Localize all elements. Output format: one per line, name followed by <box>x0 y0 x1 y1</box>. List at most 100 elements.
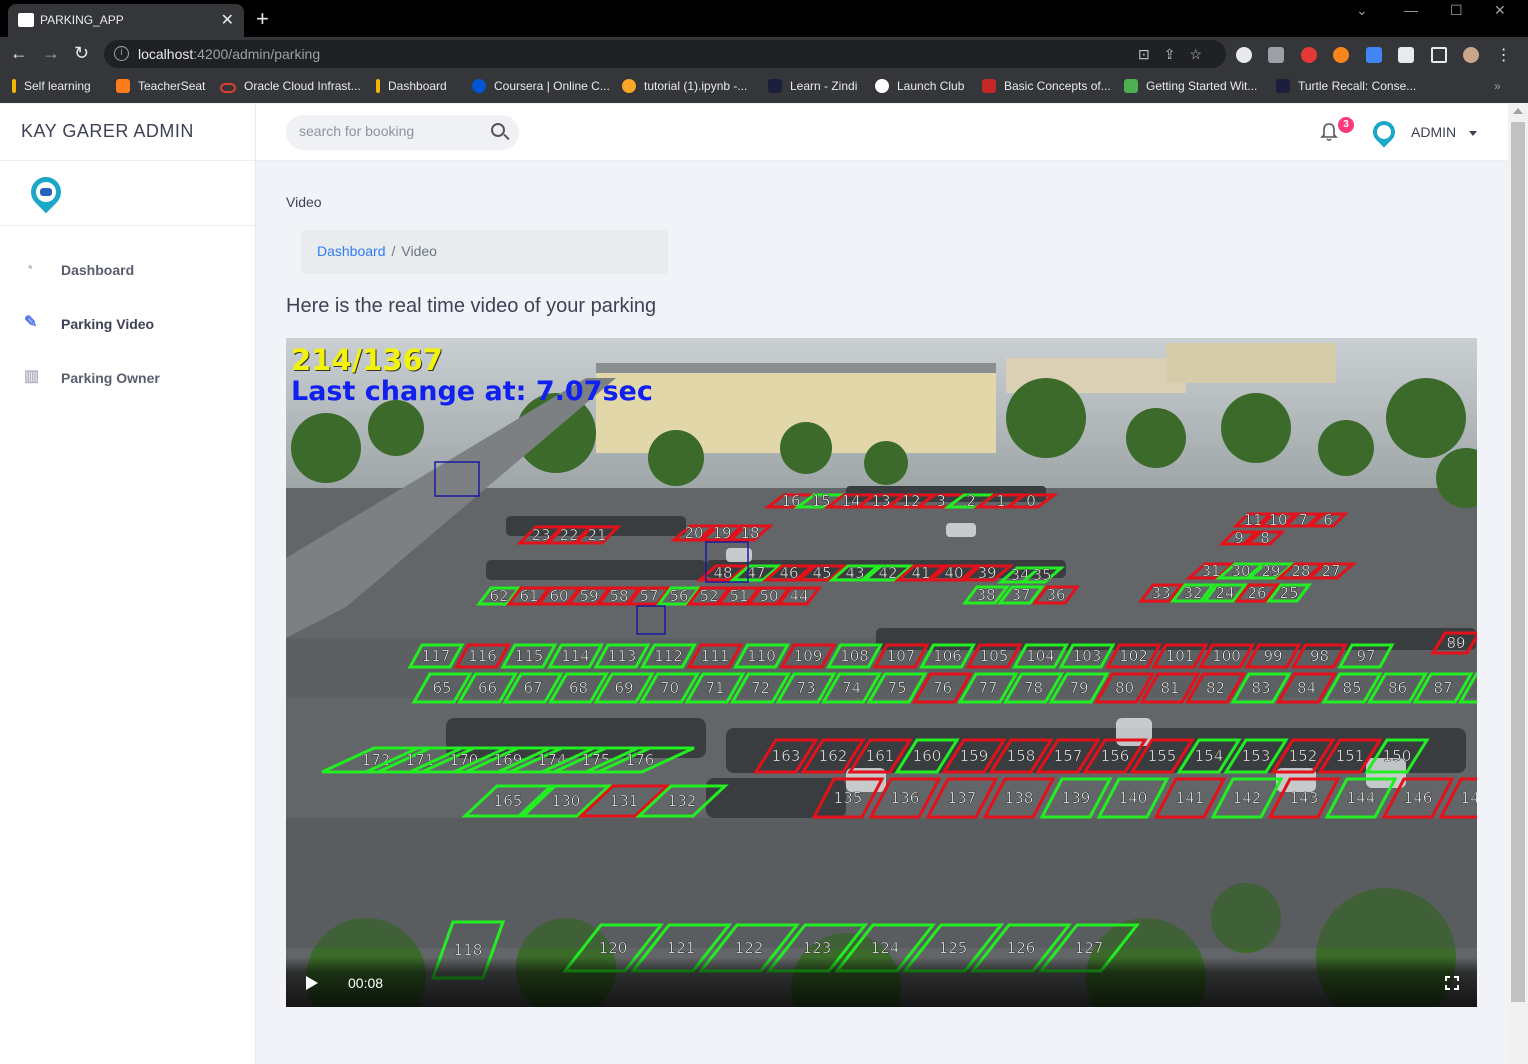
site-info-icon[interactable]: i <box>114 46 129 61</box>
sidebar-item-dashboard[interactable]: ◔ Dashboard <box>0 250 255 290</box>
address-bar: ← → ↻ i localhost:4200/admin/parking ⊡⇪☆… <box>0 37 1528 71</box>
bookmark-item[interactable]: Getting Started Wit... <box>1124 79 1257 93</box>
parking-spot-number: 38 <box>976 586 995 604</box>
url-field[interactable]: i localhost:4200/admin/parking ⊡⇪☆ <box>104 40 1226 68</box>
search-input[interactable] <box>299 123 479 139</box>
bookmark-item[interactable]: Launch Club <box>875 79 964 93</box>
parking-spot-number: 78 <box>1024 679 1043 697</box>
window-close-icon[interactable]: ✕ <box>1494 2 1506 19</box>
parking-spot-number: 103 <box>1073 647 1102 665</box>
extension-icon[interactable] <box>1236 47 1252 63</box>
google-translate-extension-icon[interactable] <box>1365 47 1382 63</box>
parking-spot-number: 122 <box>735 939 764 957</box>
parking-spot-number: 35 <box>1032 566 1051 584</box>
translate-icon[interactable]: ⊡ <box>1138 46 1164 62</box>
breadcrumb-home-link[interactable]: Dashboard <box>317 243 386 259</box>
page-scrollbar[interactable] <box>1508 104 1528 1064</box>
parking-spot-number: 130 <box>552 792 581 810</box>
parking-spot-number: 81 <box>1160 679 1179 697</box>
bookmark-item[interactable]: Dashboard <box>376 79 447 93</box>
parking-lot-frame: 16 15 14 13 12 3 2 1 011 10 7 69 823 22 21 20 19 1848 47 46… <box>286 338 1477 1007</box>
tab-title: PARKING_APP <box>40 13 124 27</box>
parking-spot-number: 147 <box>1461 789 1477 807</box>
bookmarks-overflow-icon[interactable]: » <box>1494 79 1501 93</box>
bookmark-item[interactable]: tutorial (1).ipynb -... <box>622 79 747 93</box>
occupancy-counter: 214/1367 <box>291 343 443 377</box>
bookmark-item[interactable]: TeacherSeat <box>116 79 205 93</box>
bookmark-star-icon[interactable]: ☆ <box>1189 46 1216 62</box>
video-controls: 00:08 <box>286 957 1477 1007</box>
page-subheader: Video <box>286 194 322 210</box>
page-title: Here is the real time video of your park… <box>286 295 657 317</box>
bookmark-item[interactable]: Turtle Recall: Conse... <box>1276 79 1416 93</box>
parking-spot-number: 117 <box>422 647 451 665</box>
parking-spot-number: 56 <box>669 587 688 605</box>
parking-video-player[interactable]: 16 15 14 13 12 3 2 1 0 11 10 7 6 9 8 23 22 21 20 19 18 48 47 46… <box>286 338 1477 1007</box>
back-icon[interactable]: ← <box>10 43 28 64</box>
bookmark-favicon-icon <box>768 79 782 93</box>
parking-spot-number: 58 <box>609 587 628 605</box>
breadcrumb-separator: / <box>391 243 396 259</box>
maximize-icon[interactable]: ☐ <box>1450 2 1463 19</box>
chevron-down-icon[interactable] <box>1469 131 1477 136</box>
parking-spot-number: 3 <box>936 492 946 510</box>
parking-spot-number: 142 <box>1233 789 1262 807</box>
reload-icon[interactable]: ↻ <box>74 43 89 64</box>
sidebar-item-parking-owner[interactable]: ▥ Parking Owner <box>0 358 255 398</box>
bookmark-favicon-icon <box>622 79 636 93</box>
bookmark-item[interactable]: Oracle Cloud Infrast... <box>220 79 361 93</box>
parking-spot-number: 25 <box>1279 584 1298 602</box>
user-menu-label[interactable]: ADMIN <box>1411 124 1456 140</box>
new-tab-button[interactable]: + <box>256 6 269 32</box>
user-avatar[interactable] <box>1368 116 1400 148</box>
parking-spot-number: 80 <box>1115 679 1134 697</box>
parking-spot-number: 155 <box>1148 747 1177 765</box>
parking-spot-number: 98 <box>1310 647 1329 665</box>
parking-spot-number: 107 <box>887 647 916 665</box>
tab-search-icon[interactable]: ⌄ <box>1356 2 1368 19</box>
search-icon[interactable] <box>491 123 505 137</box>
notification-bell-icon[interactable] <box>1320 122 1338 142</box>
parking-spot-number: 153 <box>1242 747 1271 765</box>
parking-spot-number: 120 <box>599 939 628 957</box>
camera-extension-icon[interactable] <box>1268 47 1285 63</box>
parking-spot-number: 77 <box>978 679 997 697</box>
search-box <box>286 115 519 150</box>
adblock-extension-icon[interactable] <box>1300 47 1317 63</box>
play-icon[interactable] <box>306 976 318 990</box>
browser-menu-icon[interactable]: ⋮ <box>1496 47 1512 64</box>
profile-avatar[interactable] <box>1463 47 1480 63</box>
parking-spot-number: 106 <box>933 647 962 665</box>
parking-spot-number: 161 <box>866 747 895 765</box>
parking-spot-number: 162 <box>819 747 848 765</box>
parking-spot-number: 138 <box>1005 789 1034 807</box>
bookmark-item[interactable]: Basic Concepts of... <box>982 79 1111 93</box>
puzzle-extensions-icon[interactable] <box>1398 47 1415 63</box>
parking-spot-number: 43 <box>845 564 864 582</box>
fullscreen-icon[interactable] <box>1445 976 1459 990</box>
minimize-icon[interactable]: — <box>1404 2 1418 18</box>
parking-spot-number: 65 <box>432 679 451 697</box>
parking-spot-number: 146 <box>1404 789 1433 807</box>
bookmark-item[interactable]: Learn - Zindi <box>768 79 857 93</box>
parking-spot-number: 125 <box>939 939 968 957</box>
map-icon: ▥ <box>24 368 40 385</box>
side-panel-icon[interactable] <box>1430 47 1447 63</box>
parking-spot-number: 141 <box>1176 789 1205 807</box>
bookmark-item[interactable]: Coursera | Online C... <box>472 79 610 93</box>
metamask-extension-icon[interactable] <box>1333 47 1350 63</box>
browser-tab[interactable]: PARKING_APP ✕ <box>8 4 244 37</box>
share-icon[interactable]: ⇪ <box>1164 46 1190 62</box>
parking-spot-number: 79 <box>1069 679 1088 697</box>
bookmark-item[interactable]: Self learning <box>12 79 91 93</box>
parking-spot-number: 67 <box>523 679 542 697</box>
brand-title: KAY GARER ADMIN <box>0 104 255 161</box>
tab-close-icon[interactable]: ✕ <box>221 10 234 30</box>
scroll-up-icon[interactable] <box>1513 108 1523 114</box>
parking-spot-number: 37 <box>1011 586 1030 604</box>
notification-badge: 3 <box>1338 117 1354 133</box>
forward-icon[interactable]: → <box>42 43 60 64</box>
sidebar-item-parking-video[interactable]: ✎ Parking Video <box>0 304 255 344</box>
sidebar-item-label: Parking Owner <box>61 370 160 386</box>
scrollbar-thumb[interactable] <box>1511 122 1525 1002</box>
